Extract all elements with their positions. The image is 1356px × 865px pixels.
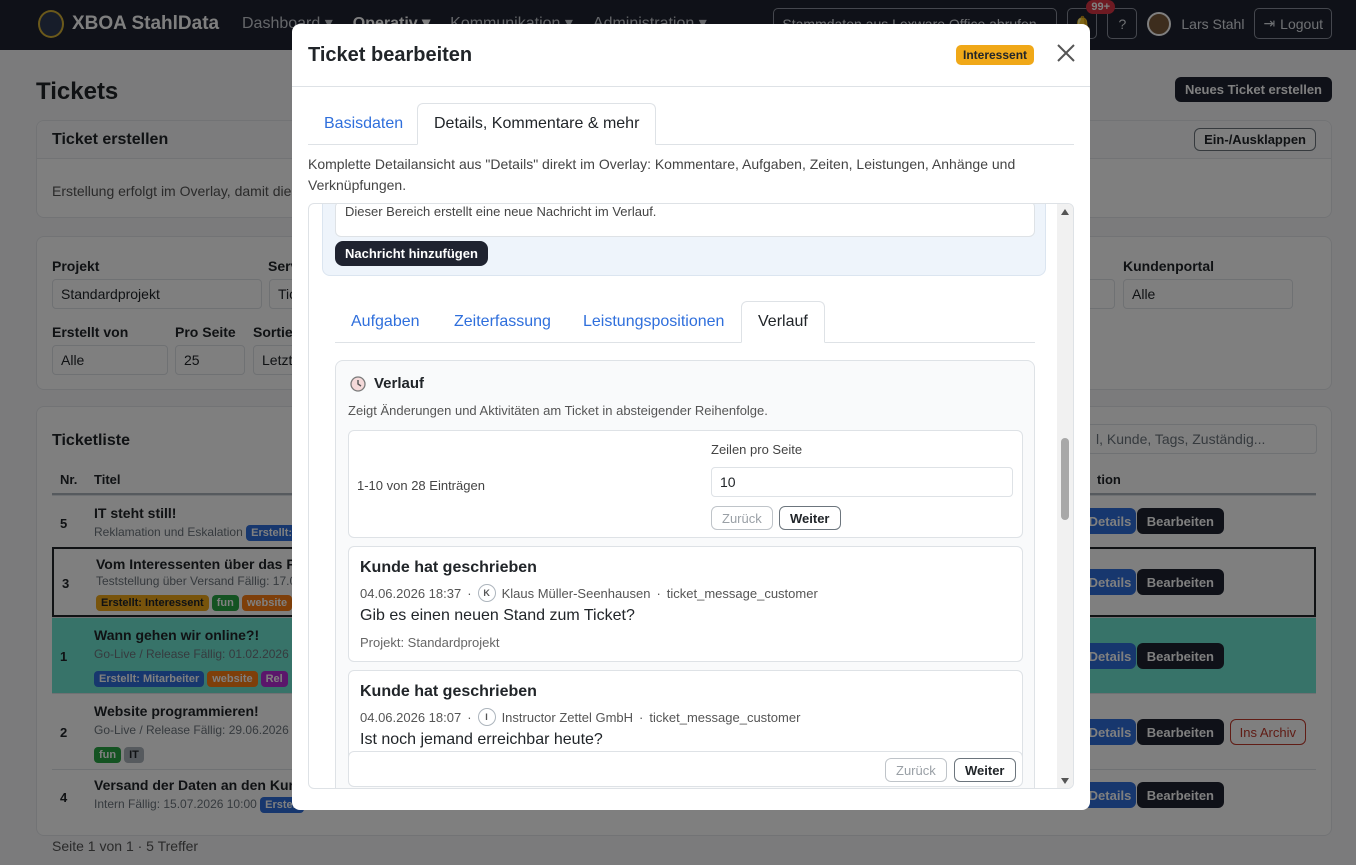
entry-author: Klaus Müller-Seenhausen <box>501 585 651 601</box>
entry-type: ticket_message_customer <box>666 585 818 601</box>
scrollbar-thumb[interactable] <box>1061 438 1069 520</box>
author-avatar: I <box>477 708 496 726</box>
clock-icon <box>350 376 366 395</box>
scrollbar[interactable] <box>1057 204 1073 788</box>
rows-per-page-input[interactable]: 10 <box>711 467 1013 497</box>
range-text: 1-10 von 28 Einträgen <box>357 478 485 493</box>
verlauf-entry: Kunde hat geschrieben 04.06.2026 18:37 · … <box>348 546 1023 662</box>
modal-title: Ticket bearbeiten <box>308 44 473 66</box>
author-avatar: K <box>477 584 496 602</box>
verlauf-title: Verlauf <box>374 375 425 392</box>
tab-verlauf[interactable]: Verlauf <box>741 301 825 343</box>
modal-tabs: Basisdaten Details, Kommentare & mehr <box>308 103 1074 145</box>
meta-separator: · <box>467 585 472 601</box>
meta-separator: · <box>467 709 472 725</box>
entry-type: ticket_message_customer <box>649 709 801 725</box>
status-badge: Interessent <box>956 45 1035 65</box>
entry-author: Instructor Zettel GmbH <box>501 709 634 725</box>
entry-body: Ist noch jemand erreichbar heute? <box>360 731 603 748</box>
entry-body: Gib es einen neuen Stand zum Ticket? <box>360 607 635 624</box>
tab-leistungspositionen[interactable]: Leistungspositionen <box>567 301 740 343</box>
modal-header: Ticket bearbeiten Interessent <box>292 24 1090 87</box>
message-textarea[interactable]: Dieser Bereich erstellt eine neue Nachri… <box>335 204 1035 237</box>
close-icon[interactable] <box>1055 42 1077 64</box>
entry-project: Projekt: Standardprojekt <box>360 635 500 650</box>
verlauf-card: Verlauf Zeigt Änderungen und Aktivitäten… <box>335 360 1035 788</box>
scroll-down-arrow-icon[interactable] <box>1061 778 1069 784</box>
tab-basisdaten[interactable]: Basisdaten <box>308 103 419 145</box>
entry-date: 04.06.2026 18:37 <box>360 585 462 601</box>
next-button[interactable]: Weiter <box>779 506 841 530</box>
meta-separator: · <box>656 585 661 601</box>
next-button[interactable]: Weiter <box>954 758 1016 782</box>
new-message-panel: Dieser Bereich erstellt eine neue Nachri… <box>322 204 1046 276</box>
prev-button[interactable]: Zurück <box>711 506 773 530</box>
modal-description: Komplette Detailansicht aus "Details" di… <box>308 156 1016 193</box>
scroll-up-arrow-icon[interactable] <box>1061 209 1069 215</box>
entry-date: 04.06.2026 18:07 <box>360 709 462 725</box>
message-hint: Dieser Bereich erstellt eine neue Nachri… <box>345 204 657 219</box>
pagination-panel: 1-10 von 28 Einträgen Zeilen pro Seite 1… <box>348 430 1023 538</box>
prev-button[interactable]: Zurück <box>885 758 947 782</box>
tab-zeiterfassung[interactable]: Zeiterfassung <box>438 301 567 343</box>
entry-meta: 04.06.2026 18:07 · I Instructor Zettel Gm… <box>360 708 800 726</box>
tab-details[interactable]: Details, Kommentare & mehr <box>417 103 657 145</box>
entry-meta: 04.06.2026 18:37 · K Klaus Müller-Seenhau… <box>360 584 818 602</box>
verlauf-subtitle: Zeigt Änderungen und Aktivitäten am Tick… <box>348 403 768 418</box>
meta-separator: · <box>639 709 644 725</box>
details-scroll-area[interactable]: Dieser Bereich erstellt eine neue Nachri… <box>308 203 1074 789</box>
entry-title: Kunde hat geschrieben <box>360 559 537 576</box>
edit-ticket-modal: Ticket bearbeiten Interessent Basisdaten… <box>292 24 1090 810</box>
rows-per-page-label: Zeilen pro Seite <box>711 442 803 457</box>
tab-aufgaben[interactable]: Aufgaben <box>335 301 436 343</box>
bottom-pagination: Zurück Weiter <box>348 751 1023 787</box>
inner-tabs: Aufgaben Zeiterfassung Leistungsposition… <box>335 301 1035 343</box>
entry-title: Kunde hat geschrieben <box>360 683 537 700</box>
add-message-button[interactable]: Nachricht hinzufügen <box>335 241 488 266</box>
